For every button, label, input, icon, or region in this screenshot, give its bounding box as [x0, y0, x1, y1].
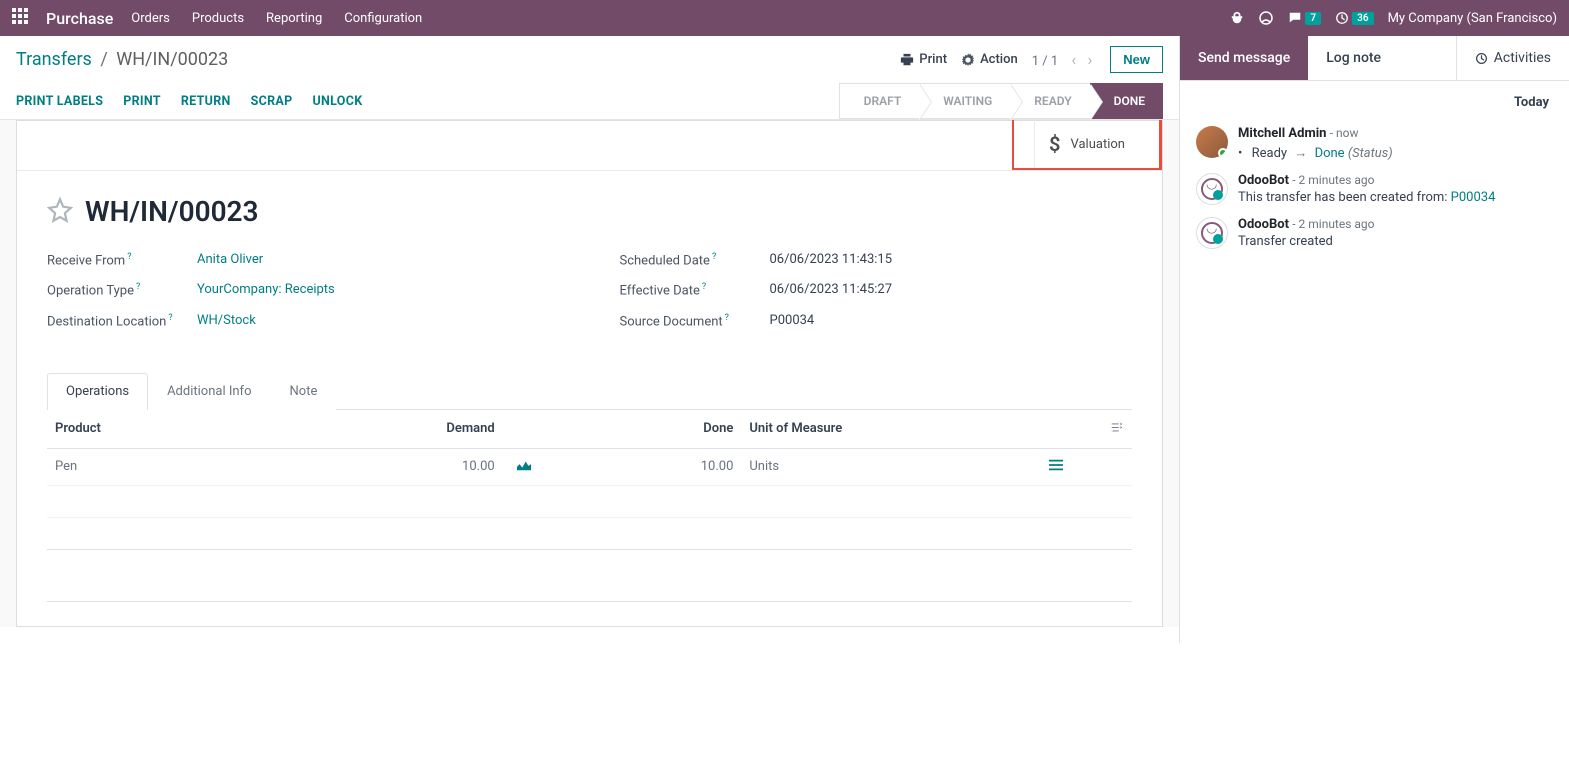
- record-title: WH/IN/00023: [85, 195, 259, 228]
- avatar[interactable]: [1196, 217, 1228, 249]
- col-product[interactable]: Product: [47, 410, 394, 449]
- pager-next-icon[interactable]: ›: [1083, 50, 1096, 69]
- field-source-doc: P00034: [770, 313, 815, 329]
- help-icon[interactable]: ?: [127, 252, 131, 262]
- help-icon[interactable]: ?: [168, 313, 172, 323]
- chatter-panel: Send message Log note Activities Today M…: [1179, 36, 1569, 643]
- message-author: OdooBot: [1238, 173, 1289, 188]
- forecast-icon[interactable]: [503, 448, 546, 485]
- date-separator: Today: [1180, 81, 1569, 120]
- help-icon[interactable]: ?: [712, 252, 716, 262]
- messages-icon[interactable]: 7: [1288, 11, 1321, 25]
- cell-product: Pen: [47, 448, 394, 485]
- activities-button[interactable]: Activities: [1456, 36, 1569, 80]
- label-effective: Effective Date?: [620, 282, 770, 298]
- statusbar: DRAFT WAITING READY DONE: [839, 83, 1163, 119]
- col-uom[interactable]: Unit of Measure: [741, 410, 1023, 449]
- message-author: Mitchell Admin: [1238, 126, 1326, 141]
- messages-badge: 7: [1305, 12, 1321, 25]
- help-icon[interactable]: ?: [702, 282, 706, 292]
- message-time: - 2 minutes ago: [1292, 173, 1374, 187]
- cell-done: 10.00: [546, 448, 741, 485]
- top-navbar: Purchase Orders Products Reporting Confi…: [0, 0, 1569, 36]
- action-button[interactable]: Action: [961, 52, 1018, 67]
- chatter-message: OdooBot - 2 minutes ago This transfer ha…: [1180, 167, 1569, 211]
- col-done[interactable]: Done: [546, 410, 741, 449]
- favorite-star-icon[interactable]: [47, 197, 73, 227]
- table-settings-icon[interactable]: [1110, 420, 1124, 438]
- label-receive-from: Receive From?: [47, 252, 197, 268]
- field-receive-from[interactable]: Anita Oliver: [197, 252, 263, 268]
- return-button[interactable]: RETURN: [181, 94, 231, 109]
- avatar[interactable]: [1196, 126, 1228, 158]
- field-effective: 06/06/2023 11:45:27: [770, 282, 893, 298]
- cell-demand: 10.00: [394, 448, 503, 485]
- dollar-icon: $: [1049, 132, 1060, 156]
- table-row[interactable]: Pen 10.00 10.00 Units: [47, 448, 1132, 485]
- menu-orders[interactable]: Orders: [131, 11, 170, 26]
- unlock-button[interactable]: UNLOCK: [312, 94, 362, 109]
- label-scheduled: Scheduled Date?: [620, 252, 770, 268]
- field-destination[interactable]: WH/Stock: [197, 313, 256, 329]
- operations-table: Product Demand Done Unit of Measure Pen …: [47, 410, 1132, 602]
- status-from: Ready: [1252, 146, 1287, 161]
- label-operation-type: Operation Type?: [47, 282, 197, 298]
- help-icon[interactable]: ?: [725, 313, 729, 323]
- valuation-stat-button[interactable]: $ Valuation: [1012, 120, 1162, 170]
- print-button[interactable]: Print: [900, 52, 947, 67]
- notebook-tabs: Operations Additional Info Note: [47, 373, 1132, 410]
- app-name[interactable]: Purchase: [46, 9, 113, 28]
- breadcrumb: Transfers / WH/IN/00023: [16, 49, 228, 70]
- topnav-menu: Orders Products Reporting Configuration: [131, 11, 422, 26]
- message-author: OdooBot: [1238, 217, 1289, 232]
- cell-uom: Units: [741, 448, 1023, 485]
- chatter-message: Mitchell Admin - now • Ready → Done (Sta…: [1180, 120, 1569, 167]
- scrap-button[interactable]: SCRAP: [251, 94, 293, 109]
- menu-configuration[interactable]: Configuration: [344, 11, 422, 26]
- arrow-right-icon: →: [1294, 146, 1307, 161]
- form-sheet: $ Valuation WH/IN/00023 Receive From? An…: [16, 120, 1163, 627]
- menu-products[interactable]: Products: [192, 11, 244, 26]
- stage-waiting[interactable]: WAITING: [919, 83, 1010, 119]
- print-button-2[interactable]: PRINT: [123, 94, 161, 109]
- tab-note[interactable]: Note: [271, 373, 337, 410]
- message-time: - now: [1330, 126, 1359, 140]
- tab-additional-info[interactable]: Additional Info: [148, 373, 270, 410]
- stage-draft[interactable]: DRAFT: [839, 83, 920, 119]
- status-field-label: (Status): [1348, 146, 1393, 161]
- label-source-doc: Source Document?: [620, 313, 770, 329]
- activities-icon[interactable]: 36: [1335, 11, 1373, 25]
- support-icon[interactable]: [1258, 10, 1274, 26]
- log-note-button[interactable]: Log note: [1308, 36, 1399, 80]
- source-doc-link[interactable]: P00034: [1451, 190, 1496, 205]
- pager: 1 / 1 ‹ ›: [1032, 50, 1097, 69]
- menu-reporting[interactable]: Reporting: [266, 11, 322, 26]
- detail-icon[interactable]: [1023, 448, 1088, 485]
- breadcrumb-current: WH/IN/00023: [116, 49, 228, 70]
- print-labels-button[interactable]: PRINT LABELS: [16, 94, 103, 109]
- help-icon[interactable]: ?: [136, 282, 140, 292]
- avatar[interactable]: [1196, 173, 1228, 205]
- label-destination: Destination Location?: [47, 313, 197, 329]
- chatter-message: OdooBot - 2 minutes ago Transfer created: [1180, 211, 1569, 255]
- table-row: [47, 485, 1132, 517]
- message-time: - 2 minutes ago: [1292, 217, 1374, 231]
- company-switcher[interactable]: My Company (San Francisco): [1388, 11, 1557, 26]
- control-panel: Transfers / WH/IN/00023 Print Action 1 /…: [0, 36, 1179, 120]
- col-demand[interactable]: Demand: [394, 410, 503, 449]
- apps-icon[interactable]: [12, 8, 28, 28]
- send-message-button[interactable]: Send message: [1180, 36, 1308, 80]
- status-to: Done: [1315, 146, 1345, 161]
- breadcrumb-root[interactable]: Transfers: [16, 49, 92, 70]
- pager-prev-icon[interactable]: ‹: [1067, 50, 1080, 69]
- activities-badge: 36: [1352, 12, 1373, 25]
- debug-icon[interactable]: [1230, 11, 1244, 25]
- tab-operations[interactable]: Operations: [47, 373, 148, 410]
- field-scheduled: 06/06/2023 11:43:15: [770, 252, 893, 268]
- online-status-icon: [1218, 148, 1228, 158]
- new-button[interactable]: New: [1110, 46, 1163, 73]
- field-operation-type[interactable]: YourCompany: Receipts: [197, 282, 335, 298]
- status-buttons: PRINT LABELS PRINT RETURN SCRAP UNLOCK: [16, 94, 362, 119]
